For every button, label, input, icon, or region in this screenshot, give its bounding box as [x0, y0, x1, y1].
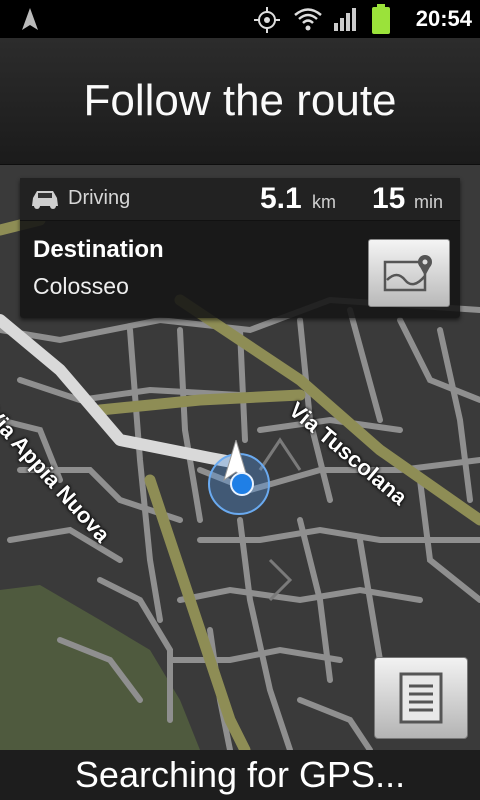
directions-list-button[interactable]: [374, 657, 468, 739]
travel-mode-label: Driving: [68, 187, 131, 209]
car-icon: [32, 191, 58, 209]
clock: 20:54: [415, 6, 472, 31]
signal-icon: [334, 8, 356, 31]
distance-unit: km: [312, 192, 336, 212]
battery-icon: [372, 4, 390, 34]
distance-value: 5.1: [260, 182, 302, 215]
list-icon: [399, 672, 443, 724]
wifi-icon: [294, 8, 322, 31]
destination-heading: Destination: [33, 236, 164, 263]
navigation-arrow-icon: [22, 8, 38, 30]
map-pin-icon: [383, 255, 432, 292]
current-location-marker: [208, 440, 270, 515]
time-unit: min: [414, 192, 444, 212]
time-value: 15: [372, 182, 406, 215]
page-title: Follow the route: [0, 38, 480, 165]
view-map-button[interactable]: [368, 239, 450, 307]
trip-summary-bar: Driving 5.1 km 15 min: [20, 178, 460, 221]
gps-icon: [254, 7, 280, 33]
route-info-card: Driving 5.1 km 15 min Destination Coloss…: [20, 178, 460, 318]
gps-status-text: Searching for GPS...: [0, 750, 480, 800]
destination-name: Colosseo: [33, 273, 129, 299]
status-bar: 20:54: [0, 0, 480, 38]
